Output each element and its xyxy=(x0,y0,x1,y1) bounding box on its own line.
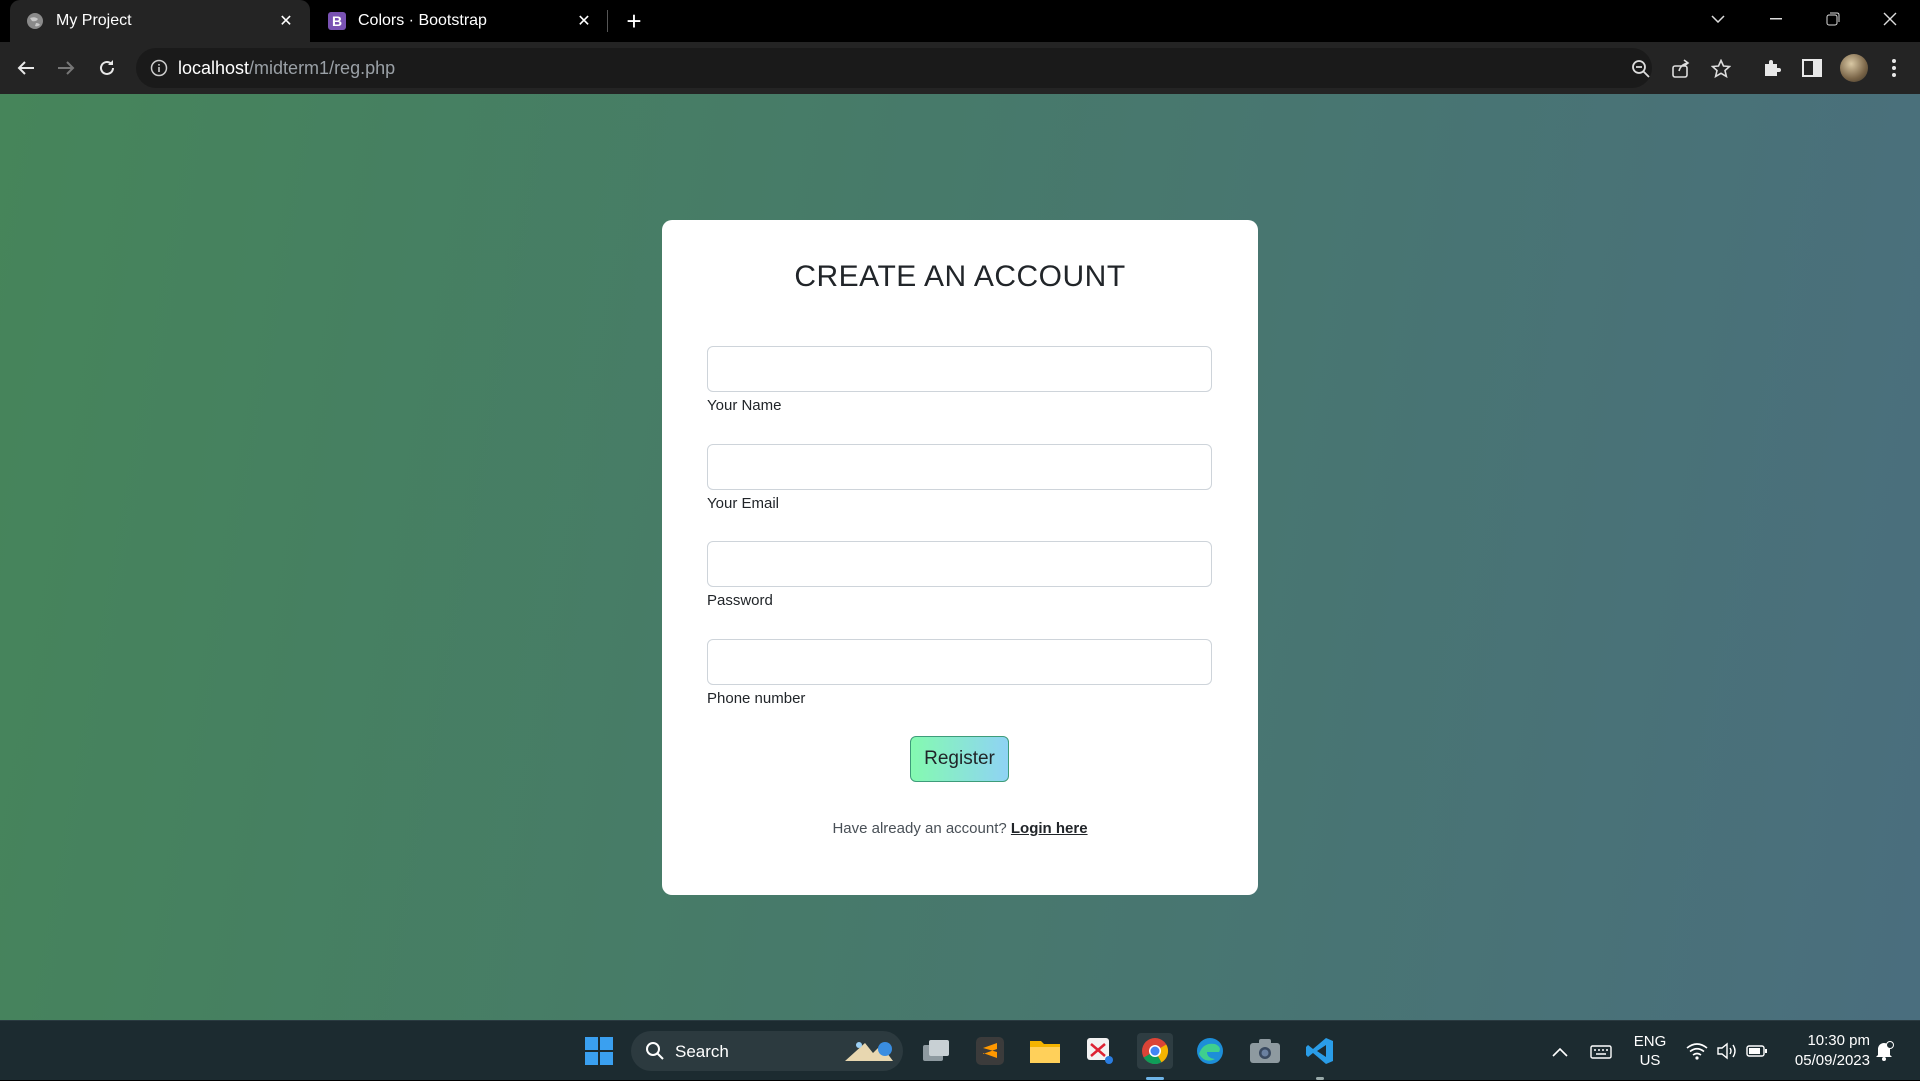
zoom-icon[interactable] xyxy=(1630,58,1652,80)
snipping-tool-icon[interactable] xyxy=(1082,1033,1118,1069)
login-prompt-text: Have already an account? xyxy=(832,820,1011,837)
tab-separator xyxy=(607,10,608,32)
language-indicator[interactable]: ENG US xyxy=(1628,1021,1672,1081)
task-view-icon[interactable] xyxy=(918,1033,954,1069)
login-link[interactable]: Login here xyxy=(1011,820,1088,837)
bookmark-star-icon[interactable] xyxy=(1710,58,1732,80)
tab-title: Colors · Bootstrap xyxy=(358,12,487,29)
vscode-icon[interactable] xyxy=(1302,1033,1338,1069)
tab-title: My Project xyxy=(56,12,132,29)
password-label: Password xyxy=(707,592,773,609)
restore-button[interactable] xyxy=(1805,0,1861,38)
more-menu-icon[interactable] xyxy=(1880,54,1908,82)
edge-icon[interactable] xyxy=(1192,1033,1228,1069)
name-label: Your Name xyxy=(707,397,782,414)
phone-field-group: Phone number xyxy=(707,639,1212,707)
search-label: Search xyxy=(675,1042,729,1061)
register-button[interactable]: Register xyxy=(910,736,1009,782)
profile-avatar[interactable] xyxy=(1840,54,1868,82)
login-prompt: Have already an account? Login here xyxy=(662,820,1258,837)
site-info-icon[interactable] xyxy=(150,59,168,77)
windows-taskbar: Search ENG US 10:30 pm 05/09/2023 xyxy=(0,1020,1920,1080)
show-hidden-icons-chevron-icon[interactable] xyxy=(1552,1021,1572,1081)
tab-colors-bootstrap[interactable]: B Colors · Bootstrap ✕ xyxy=(312,0,608,42)
tab-search-chevron-icon[interactable] xyxy=(1690,0,1746,38)
email-input[interactable] xyxy=(707,444,1212,490)
url-host: localhost xyxy=(178,58,250,78)
url-path: /midterm1/reg.php xyxy=(249,58,396,78)
battery-icon[interactable] xyxy=(1746,1021,1770,1081)
camera-icon[interactable] xyxy=(1247,1033,1283,1069)
clock[interactable]: 10:30 pm 05/09/2023 xyxy=(1780,1021,1870,1081)
name-field-group: Your Name xyxy=(707,346,1212,414)
taskbar-search[interactable]: Search xyxy=(631,1031,903,1071)
phone-label: Phone number xyxy=(707,690,806,707)
close-window-button[interactable] xyxy=(1862,0,1918,38)
windows-start-icon[interactable] xyxy=(581,1033,617,1069)
phone-input[interactable] xyxy=(707,639,1212,685)
forward-arrow-icon[interactable] xyxy=(50,52,82,84)
page-background: CREATE AN ACCOUNT Your Name Your Email P… xyxy=(0,94,1920,1020)
password-field-group: Password xyxy=(707,541,1212,609)
wifi-icon[interactable] xyxy=(1686,1021,1710,1081)
form-heading: CREATE AN ACCOUNT xyxy=(794,260,1126,293)
minimize-button[interactable] xyxy=(1748,0,1804,38)
email-label: Your Email xyxy=(707,495,779,512)
file-explorer-icon[interactable] xyxy=(1027,1033,1063,1069)
keyboard-icon[interactable] xyxy=(1590,1021,1614,1081)
browser-toolbar: localhost/midterm1/reg.php xyxy=(0,42,1920,94)
clock-time: 10:30 pm xyxy=(1807,1032,1870,1049)
share-icon[interactable] xyxy=(1670,58,1692,80)
new-tab-button[interactable]: + xyxy=(620,8,648,36)
extensions-puzzle-icon[interactable] xyxy=(1758,54,1786,82)
region-code: US xyxy=(1639,1052,1661,1069)
registration-card: CREATE AN ACCOUNT Your Name Your Email P… xyxy=(662,220,1258,895)
reload-icon[interactable] xyxy=(91,52,123,84)
url-text: localhost/midterm1/reg.php xyxy=(178,58,395,79)
clock-date: 05/09/2023 xyxy=(1794,1052,1870,1069)
bootstrap-icon: B xyxy=(328,12,346,30)
address-bar[interactable]: localhost/midterm1/reg.php xyxy=(136,48,1731,88)
notification-bell-icon[interactable] xyxy=(1874,1021,1900,1081)
side-panel-icon[interactable] xyxy=(1798,54,1826,82)
volume-icon[interactable] xyxy=(1716,1021,1740,1081)
search-icon xyxy=(645,1041,665,1066)
back-arrow-icon[interactable] xyxy=(10,52,42,84)
tab-my-project[interactable]: My Project ✕ xyxy=(10,0,310,42)
close-tab-icon[interactable]: ✕ xyxy=(572,9,596,33)
password-input[interactable] xyxy=(707,541,1212,587)
chrome-icon[interactable] xyxy=(1137,1033,1173,1069)
browser-titlebar: My Project ✕ B Colors · Bootstrap ✕ + xyxy=(0,0,1920,42)
close-tab-icon[interactable]: ✕ xyxy=(274,9,298,33)
email-field-group: Your Email xyxy=(707,444,1212,512)
name-input[interactable] xyxy=(707,346,1212,392)
sublime-text-icon[interactable] xyxy=(972,1033,1008,1069)
globe-icon xyxy=(26,12,44,30)
search-highlight-icon xyxy=(839,1035,899,1072)
language-code: ENG xyxy=(1633,1033,1667,1050)
